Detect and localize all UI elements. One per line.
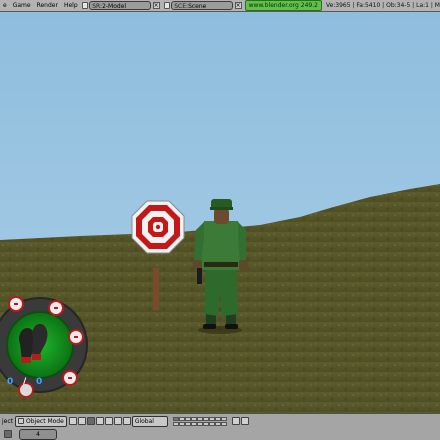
manipulator-icon[interactable] [95, 417, 104, 425]
weapon-hud: 0 / 0 [0, 296, 88, 398]
screen-browse-icon[interactable] [81, 2, 89, 9]
rotate-icon[interactable] [113, 417, 122, 425]
playback-icon[interactable] [4, 430, 12, 438]
layer-buttons[interactable] [172, 416, 229, 426]
scene-browse-icon[interactable] [163, 2, 171, 9]
pivot-icon[interactable] [86, 417, 95, 425]
menu-game[interactable]: Game [10, 0, 34, 12]
menu-help[interactable]: Help [61, 0, 81, 12]
screen-field[interactable]: SR:2-Model [89, 1, 151, 10]
scene-close-icon[interactable]: × [234, 2, 242, 9]
ammo-left-value: 0 [7, 377, 13, 387]
layer-button[interactable] [220, 416, 227, 421]
menu-file[interactable]: e [0, 0, 10, 12]
frame-field[interactable]: 4 [19, 428, 57, 440]
scene-stats: Ve:3965 | Fa:5410 | Ob:34-5 | La:1 | M [325, 2, 440, 9]
draw-type-icon[interactable] [77, 417, 86, 425]
lock-icon[interactable] [231, 417, 240, 425]
3d-view-header: ject Object Mode Global 4 [0, 413, 440, 440]
mode-icon [18, 418, 25, 424]
blender-url-link[interactable]: www.blender.org 249.2 [244, 0, 322, 11]
menu-render[interactable]: Render [34, 0, 61, 12]
orientation-selector[interactable]: Global [131, 415, 168, 427]
mode-selector[interactable]: Object Mode [15, 415, 67, 427]
screen-close-icon[interactable]: × [152, 2, 160, 9]
layer-button[interactable] [220, 421, 227, 426]
shading-icon[interactable] [68, 417, 77, 425]
game-viewport[interactable]: 0 / 0 [0, 12, 440, 413]
scene-field[interactable]: SCE:Scene [171, 1, 233, 10]
scale-icon[interactable] [122, 417, 131, 425]
render-icon[interactable] [240, 417, 249, 425]
object-menu[interactable]: ject [0, 418, 15, 425]
top-menu-bar: e Game Render Help SR:2-Model × SCE:Scen… [0, 0, 440, 12]
ammo-right-value: 0 [36, 377, 42, 387]
translate-icon[interactable] [104, 417, 113, 425]
